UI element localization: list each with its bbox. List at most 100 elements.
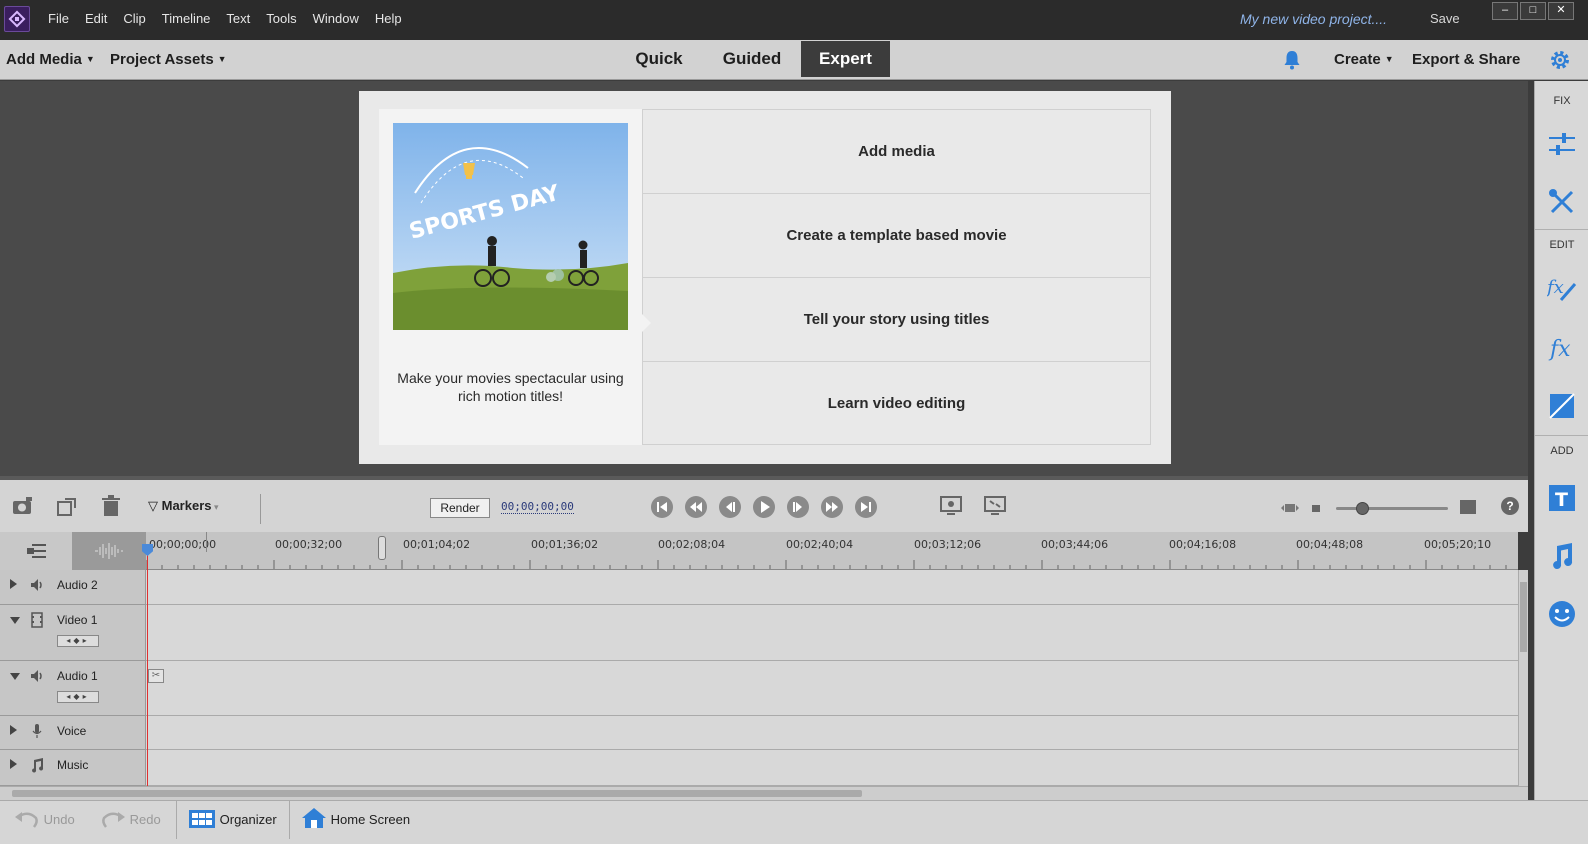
rotate-icon[interactable] <box>55 494 79 518</box>
menu-window[interactable]: Window <box>305 11 367 26</box>
menu-edit[interactable]: Edit <box>77 11 115 26</box>
zoom-out-icon[interactable] <box>1310 502 1322 514</box>
markers-dropdown[interactable]: ▽ Markers ▾ <box>148 498 219 514</box>
speaker-icon[interactable] <box>29 577 45 593</box>
toolbar-divider <box>260 494 261 524</box>
menu-timeline[interactable]: Timeline <box>154 11 219 26</box>
previous-edit-icon[interactable] <box>685 496 707 518</box>
trash-icon[interactable] <box>99 494 123 518</box>
graphics-smiley-icon[interactable] <box>1547 599 1577 629</box>
horizontal-scroll-thumb[interactable] <box>12 790 862 797</box>
transitions-icon[interactable] <box>1547 391 1577 421</box>
project-assets-dropdown[interactable]: Project Assets ▼ <box>110 51 227 68</box>
adjust-sliders-icon[interactable] <box>1547 129 1577 159</box>
playhead-line[interactable] <box>147 548 148 786</box>
menu-file[interactable]: File <box>40 11 77 26</box>
play-icon[interactable] <box>753 496 775 518</box>
expand-arrow-icon[interactable] <box>10 579 17 589</box>
project-name[interactable]: My new video project.... <box>1240 11 1387 27</box>
music-note-icon[interactable] <box>29 757 45 773</box>
tools-icon[interactable] <box>1547 187 1577 217</box>
keyframe-controls[interactable]: ◂◆▸ <box>57 691 99 703</box>
help-icon[interactable]: ? <box>1501 497 1519 515</box>
track-name: Video 1 <box>57 613 98 627</box>
track-name: Audio 1 <box>57 669 98 683</box>
track-name: Audio 2 <box>57 578 98 592</box>
camera-icon[interactable] <box>11 494 35 518</box>
add-media-option[interactable]: Add media <box>643 110 1150 194</box>
film-icon[interactable] <box>29 612 45 628</box>
track-header-audio-2[interactable]: Audio 2 <box>0 570 146 605</box>
feature-card[interactable]: SPORTS DAY Make your movies spectacular … <box>379 109 642 445</box>
step-forward-icon[interactable] <box>787 496 809 518</box>
tab-guided[interactable]: Guided <box>714 41 790 77</box>
render-button[interactable]: Render <box>430 498 490 518</box>
track-header-video-1[interactable]: Video 1 ◂◆▸ <box>0 605 146 661</box>
titles-option[interactable]: Tell your story using titles <box>643 278 1150 362</box>
right-panel: FIX EDIT fx fx ADD T <box>1534 81 1588 801</box>
redo-icon <box>102 812 125 828</box>
notification-bell-icon[interactable] <box>1283 50 1301 70</box>
redo-button[interactable]: Redo <box>100 801 161 844</box>
audio-waveform-toggle[interactable] <box>72 532 146 570</box>
go-to-start-icon[interactable] <box>651 496 673 518</box>
settings-gear-icon[interactable] <box>1549 49 1571 71</box>
tab-expert[interactable]: Expert <box>801 41 890 77</box>
fx-edit-icon[interactable]: fx <box>1547 273 1577 303</box>
menu-text[interactable]: Text <box>218 11 258 26</box>
zoom-in-icon[interactable] <box>1459 499 1477 515</box>
track-lane-audio-2[interactable] <box>146 570 1518 605</box>
monitor-settings-icon[interactable] <box>939 494 963 518</box>
track-header-voice[interactable]: Voice <box>0 716 146 750</box>
menu-clip[interactable]: Clip <box>115 11 153 26</box>
titles-icon[interactable]: T <box>1547 483 1577 513</box>
step-back-icon[interactable] <box>719 496 741 518</box>
organizer-button[interactable]: Organizer <box>188 801 277 844</box>
track-lane-audio-1[interactable]: ✂ <box>146 661 1518 716</box>
create-dropdown[interactable]: Create ▼ <box>1334 51 1394 68</box>
expand-arrow-icon[interactable] <box>10 725 17 735</box>
collapse-arrow-icon[interactable] <box>10 617 20 624</box>
work-area-end-handle[interactable] <box>378 536 386 560</box>
tab-quick[interactable]: Quick <box>626 41 692 77</box>
microphone-icon[interactable] <box>29 723 45 739</box>
maximize-icon[interactable]: □ <box>1520 2 1546 20</box>
add-media-dropdown[interactable]: Add Media ▼ <box>6 51 95 68</box>
undo-button[interactable]: Undo <box>14 801 75 844</box>
zoom-fit-icon[interactable] <box>1280 502 1300 514</box>
menu-help[interactable]: Help <box>367 11 410 26</box>
home-screen-button[interactable]: Home Screen <box>301 801 410 844</box>
close-icon[interactable]: ✕ <box>1548 2 1574 20</box>
next-edit-icon[interactable] <box>821 496 843 518</box>
scissors-icon[interactable]: ✂ <box>148 669 164 683</box>
template-movie-option[interactable]: Create a template based movie <box>643 194 1150 278</box>
zoom-slider[interactable] <box>1336 502 1448 515</box>
keyframe-controls[interactable]: ◂◆▸ <box>57 635 99 647</box>
app-logo-icon[interactable] <box>4 6 30 32</box>
zoom-slider-thumb[interactable] <box>1355 502 1369 515</box>
track-view-toggle[interactable] <box>0 532 72 570</box>
fullscreen-icon[interactable] <box>983 494 1007 518</box>
speaker-icon[interactable] <box>29 668 45 684</box>
go-to-end-icon[interactable] <box>855 496 877 518</box>
horizontal-scrollbar[interactable] <box>0 786 1528 800</box>
music-icon[interactable] <box>1547 541 1577 571</box>
learn-editing-option[interactable]: Learn video editing <box>643 362 1150 446</box>
collapse-arrow-icon[interactable] <box>10 673 20 680</box>
vertical-scrollbar[interactable] <box>1518 570 1528 786</box>
expand-arrow-icon[interactable] <box>10 759 17 769</box>
save-button[interactable]: Save <box>1430 11 1460 26</box>
fx-icon[interactable]: fx <box>1547 333 1577 363</box>
export-share-button[interactable]: Export & Share <box>1412 51 1520 68</box>
track-header-music[interactable]: Music <box>0 750 146 786</box>
timecode-display[interactable]: 00;00;00;00 <box>501 500 574 514</box>
track-lane-voice[interactable] <box>146 716 1518 750</box>
track-lane-music[interactable] <box>146 750 1518 786</box>
menu-tools[interactable]: Tools <box>258 11 304 26</box>
vertical-scroll-thumb[interactable] <box>1520 582 1527 652</box>
track-lane-video-1[interactable] <box>146 605 1518 661</box>
bottom-divider <box>176 801 177 839</box>
timeline-ruler[interactable]: 00;00;00;00 00;00;32;00 00;01;04;02 00;0… <box>146 532 1518 570</box>
track-header-audio-1[interactable]: Audio 1 ◂◆▸ <box>0 661 146 716</box>
minimize-icon[interactable]: – <box>1492 2 1518 20</box>
